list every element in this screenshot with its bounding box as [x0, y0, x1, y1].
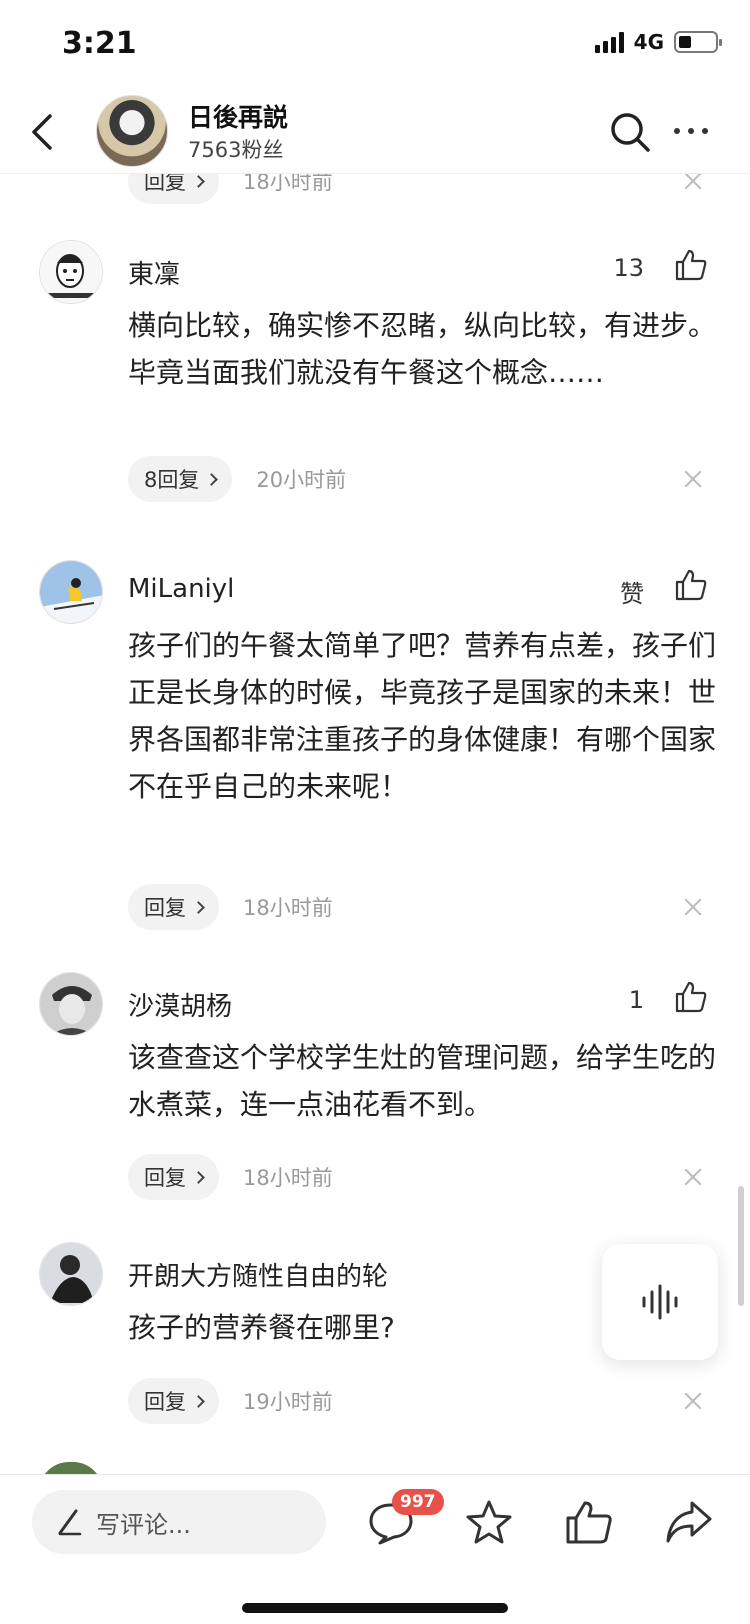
chevron-right-icon [205, 472, 219, 486]
commenter-name[interactable]: 开朗大方随性自由的轮 [128, 1256, 388, 1293]
thumbs-up-icon[interactable] [674, 248, 708, 282]
thumbs-up-icon[interactable] [674, 568, 708, 602]
like-count: 1 [628, 986, 644, 1014]
comment-footer: 回复 18小时前 [128, 884, 333, 930]
pen-icon [58, 1509, 82, 1536]
thumbs-up-icon[interactable] [674, 980, 708, 1014]
chevron-right-icon [192, 900, 205, 914]
reply-button[interactable]: 回复 [128, 1154, 219, 1200]
comment-count-badge: 997 [392, 1489, 444, 1515]
author-name[interactable]: 日後再説 [188, 98, 288, 134]
commenter-avatar[interactable] [39, 240, 103, 304]
comment-text: 横向比较，确实惨不忍睹，纵向比较，有进步。毕竟当面我们就没有午餐这个概念…… [128, 309, 717, 389]
reply-button[interactable]: 8回复 [128, 456, 233, 502]
comment-time: 18小时前 [243, 896, 333, 920]
close-icon[interactable] [682, 896, 704, 918]
voice-input-button[interactable] [602, 1244, 718, 1360]
comment-footer: 回复 18小时前 [128, 1154, 333, 1200]
commenter-avatar[interactable] [39, 560, 103, 624]
close-icon[interactable] [682, 468, 704, 490]
chevron-right-icon [192, 174, 205, 188]
follower-count: 7563粉丝 [188, 138, 284, 162]
thumbs-up-icon[interactable] [564, 1499, 614, 1545]
chevron-left-icon[interactable] [28, 112, 58, 152]
scrollbar[interactable] [738, 1186, 744, 1306]
search-icon[interactable] [608, 110, 652, 154]
signal-icon [594, 31, 624, 53]
author-avatar[interactable] [96, 95, 168, 167]
close-icon[interactable] [682, 1390, 704, 1412]
star-icon[interactable] [464, 1499, 514, 1545]
comment-input-placeholder: 写评论... [96, 1510, 191, 1539]
like-count: 赞 [620, 580, 644, 608]
chevron-right-icon [192, 1170, 205, 1184]
reply-button[interactable]: 回复 [128, 884, 219, 930]
comment-footer: 回复 19小时前 [128, 1378, 333, 1424]
status-bar: 3:21 4G [0, 0, 750, 90]
comment-input[interactable]: 写评论... [32, 1490, 326, 1554]
commenter-avatar[interactable] [39, 1242, 103, 1306]
network-label: 4G [633, 30, 664, 54]
nav-bar: 日後再説 7563粉丝 [0, 90, 750, 174]
home-indicator [242, 1603, 508, 1613]
like-count: 13 [613, 254, 644, 282]
chevron-right-icon [192, 1394, 205, 1408]
comment-time: 20小时前 [256, 468, 347, 492]
status-time: 3:21 [62, 26, 137, 61]
reply-button[interactable]: 回复 [128, 1378, 219, 1424]
comment-time: 19小时前 [243, 1390, 333, 1414]
share-arrow-icon[interactable] [664, 1499, 714, 1545]
comment-time: 18小时前 [243, 1166, 333, 1190]
comment-footer: 8回复 20小时前 [128, 456, 346, 502]
commenter-name[interactable]: 東凜 [128, 254, 180, 291]
battery-icon [674, 31, 722, 53]
commenter-name[interactable]: MiLaniyl [128, 574, 234, 604]
close-icon[interactable] [682, 1166, 704, 1188]
voice-wave-icon [642, 1284, 678, 1320]
bottom-bar: 写评论... 997 [0, 1474, 750, 1624]
commenter-avatar[interactable] [39, 972, 103, 1036]
status-indicators: 4G [594, 30, 722, 54]
more-dots-icon[interactable] [674, 128, 708, 134]
comment-text: 该查查这个学校学生灶的管理问题，给学生吃的水煮菜，连一点油花看不到。 [128, 1041, 717, 1121]
commenter-name[interactable]: 沙漠胡杨 [128, 986, 232, 1023]
comment-text: 孩子们的午餐太简单了吧？营养有点差，孩子们正是长身体的时候，毕竟孩子是国家的未来… [128, 629, 717, 803]
